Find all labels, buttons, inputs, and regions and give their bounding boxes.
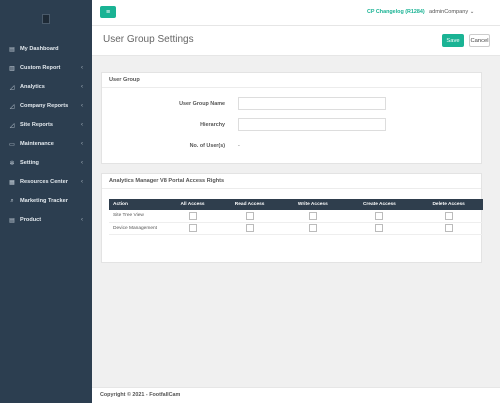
sidebar: ▤ My Dashboard ▥ Custom Report ‹ ◿ Analy… [0, 0, 92, 403]
hamburger-icon: ≡ [105, 8, 111, 16]
top-navbar: ≡ CP Changelog (R1284) adminCompany ⌄ [92, 0, 500, 26]
column-header: Delete Access [414, 199, 483, 210]
sidebar-item-analytics[interactable]: ◿ Analytics ‹ [0, 78, 92, 96]
sidebar-item-label: Site Reports [20, 122, 53, 128]
users-count-label: No. of User(s) [189, 143, 225, 149]
cancel-button[interactable]: Cancel [469, 34, 490, 47]
main-content: User Group User Group Name Hierarchy No.… [92, 56, 500, 387]
user-group-panel: User Group User Group Name Hierarchy No.… [101, 72, 482, 164]
user-group-name-label: User Group Name [179, 101, 225, 107]
all-access-checkbox[interactable] [188, 224, 197, 232]
changelog-link[interactable]: CP Changelog (R1284) [367, 9, 425, 15]
column-header: Write Access [281, 199, 345, 210]
monitor-icon: ▭ [9, 141, 15, 148]
sidebar-item-product[interactable]: ▤ Product ‹ [0, 211, 92, 229]
sidebar-item-label: Maintenance [20, 141, 54, 147]
sidebar-item-label: Resources Center [20, 179, 68, 185]
chart-icon: ◿ [9, 103, 15, 110]
dashboard-icon: ▤ [9, 46, 15, 53]
sidebar-item-marketing-tracker[interactable]: ⌕ Marketing Tracker [0, 192, 92, 210]
sidebar-item-site-reports[interactable]: ◿ Site Reports ‹ [0, 116, 92, 134]
chevron-left-icon: ‹ [81, 65, 83, 71]
access-rights-panel: Analytics Manager V8 Portal Access Right… [101, 173, 483, 263]
sidebar-item-my-dashboard[interactable]: ▤ My Dashboard [0, 40, 92, 58]
product-icon: ▤ [9, 217, 15, 224]
sidebar-item-label: Product [20, 217, 42, 223]
panel-title: Analytics Manager V8 Portal Access Right… [102, 174, 481, 189]
column-header: Action [109, 199, 167, 210]
gear-icon: ✲ [9, 160, 15, 167]
read-access-checkbox[interactable] [245, 224, 254, 232]
logo-area [0, 0, 92, 38]
sidebar-item-label: Company Reports [20, 103, 69, 109]
chevron-left-icon: ‹ [81, 160, 83, 166]
chart-icon: ◿ [9, 122, 15, 129]
column-header: Create Access [344, 199, 415, 210]
report-icon: ▥ [9, 65, 15, 72]
delete-access-checkbox[interactable] [444, 211, 453, 220]
logo [42, 14, 50, 24]
delete-access-checkbox[interactable] [444, 224, 453, 232]
sidebar-item-label: Setting [20, 160, 39, 166]
sidebar-item-custom-report[interactable]: ▥ Custom Report ‹ [0, 59, 92, 77]
create-access-checkbox[interactable] [375, 224, 384, 232]
hierarchy-field[interactable] [238, 118, 386, 131]
all-access-checkbox[interactable] [188, 211, 197, 220]
create-access-checkbox[interactable] [375, 211, 384, 220]
user-group-name-row: User Group Name [102, 97, 483, 111]
action-cell: Device Management [109, 222, 167, 235]
menu-toggle-button[interactable]: ≡ [100, 6, 116, 18]
table-row: Site Tree View [109, 210, 483, 223]
copyright-text: Copyright © 2021 - FootfallCam [100, 392, 181, 398]
chevron-left-icon: ‹ [81, 217, 83, 223]
analytics-icon: ◿ [9, 84, 15, 91]
action-cell: Site Tree View [109, 210, 167, 223]
chevron-left-icon: ‹ [81, 122, 83, 128]
page-title: User Group Settings [103, 34, 194, 45]
user-group-name-field[interactable] [238, 97, 386, 110]
sidebar-item-label: Marketing Tracker [20, 198, 68, 204]
access-rights-table: Action All Access Read Access Write Acce… [109, 199, 483, 235]
chevron-left-icon: ‹ [81, 179, 83, 185]
users-count-value: - [238, 143, 240, 149]
sidebar-item-label: Custom Report [20, 65, 61, 71]
company-dropdown[interactable]: adminCompany ⌄ [429, 9, 474, 15]
chevron-left-icon: ‹ [81, 103, 83, 109]
column-header: Read Access [218, 199, 282, 210]
hierarchy-row: Hierarchy [102, 118, 483, 132]
save-button[interactable]: Save [442, 34, 464, 47]
folder-icon: ▦ [9, 179, 15, 186]
sidebar-item-maintenance[interactable]: ▭ Maintenance ‹ [0, 135, 92, 153]
page-header: User Group Settings Save Cancel [92, 26, 500, 56]
read-access-checkbox[interactable] [245, 211, 254, 220]
chevron-left-icon: ‹ [81, 84, 83, 90]
sidebar-item-company-reports[interactable]: ◿ Company Reports ‹ [0, 97, 92, 115]
panel-title: User Group [102, 73, 481, 88]
sidebar-item-label: My Dashboard [20, 46, 59, 52]
footer: Copyright © 2021 - FootfallCam [92, 387, 500, 403]
table-row: Device Management [109, 222, 483, 235]
sidebar-item-setting[interactable]: ✲ Setting ‹ [0, 154, 92, 172]
sidebar-item-resources-center[interactable]: ▦ Resources Center ‹ [0, 173, 92, 191]
search-icon: ⌕ [10, 197, 14, 204]
table-header-row: Action All Access Read Access Write Acce… [109, 199, 483, 210]
chevron-left-icon: ‹ [81, 141, 83, 147]
sidebar-item-label: Analytics [20, 84, 45, 90]
write-access-checkbox[interactable] [308, 224, 317, 232]
write-access-checkbox[interactable] [308, 211, 317, 220]
users-count-row: No. of User(s) - [102, 139, 483, 153]
column-header: All Access [167, 199, 219, 210]
hierarchy-label: Hierarchy [200, 122, 225, 128]
